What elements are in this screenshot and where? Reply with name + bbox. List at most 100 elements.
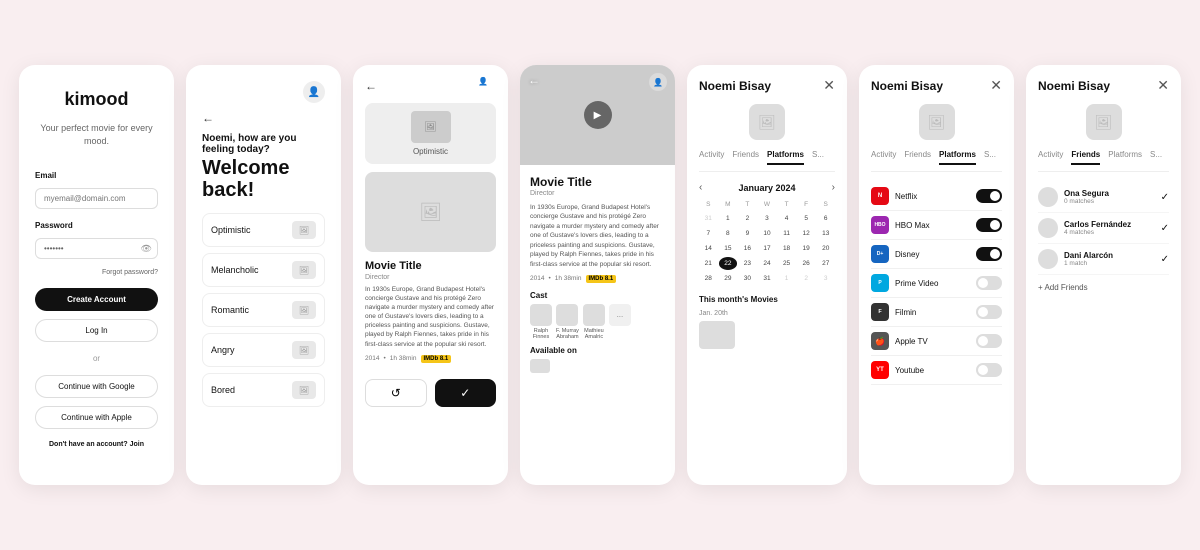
mood-item-romantic[interactable]: Romantic 🖼 [202, 293, 325, 327]
screen-mood-selection: 👤 ← Noemi, how are you feeling today? We… [186, 65, 341, 485]
action-buttons: ↺ ✓ [365, 379, 496, 407]
tab-platforms-plat[interactable]: Platforms [939, 150, 976, 165]
available-section: Available on [530, 346, 665, 373]
user-icon[interactable]: 👤 [303, 81, 325, 103]
close-friends-button[interactable]: ✕ [1157, 77, 1169, 94]
tab-activity-fr[interactable]: Activity [1038, 150, 1063, 165]
apple-toggle[interactable] [976, 334, 1002, 348]
cast-name-mathieu: MathieuAmalric [584, 328, 604, 340]
tab-friends-fr[interactable]: Friends [1071, 150, 1100, 165]
calendar-today[interactable]: 22 [719, 257, 738, 270]
add-friends-button[interactable]: + Add Friends [1038, 283, 1169, 292]
tab-activity-plat[interactable]: Activity [871, 150, 896, 165]
prime-toggle[interactable] [976, 276, 1002, 290]
cast-avatar-ralph [530, 304, 552, 326]
forgot-password-link[interactable]: Forgot password? [102, 269, 158, 276]
calendar-grid: S M T W T F S 31 1 2 3 4 5 6 7 8 9 1 [699, 199, 835, 287]
mood-item-optimistic[interactable]: Optimistic 🖼 [202, 213, 325, 247]
tab-friends[interactable]: Friends [732, 150, 759, 165]
cal-week-3: 14 15 16 17 18 19 20 [699, 242, 835, 255]
monthly-movie-thumb [699, 321, 735, 349]
selected-mood-card: 🖼 Optimistic [365, 103, 496, 164]
cal-prev-button[interactable]: ‹ [699, 182, 702, 193]
cast-avatar-mathieu [583, 304, 605, 326]
disney-toggle[interactable] [976, 247, 1002, 261]
cast-name-ralph: RalphFinnes [533, 328, 550, 340]
detail-imdb-badge: IMDb 8.1 [586, 275, 617, 283]
friend-name-dani: Dani Alarcón [1064, 251, 1113, 260]
calendar-header-row: S M T W T F S [699, 199, 835, 210]
password-input[interactable] [35, 238, 158, 259]
friend-ona: Ona Segura 0 matches ✓ [1038, 182, 1169, 213]
user-icon-card[interactable]: 👤 [478, 77, 496, 95]
netflix-toggle[interactable] [976, 189, 1002, 203]
tab-more-fr[interactable]: S... [1150, 150, 1162, 165]
hero-nav: ← 👤 [520, 73, 675, 91]
cast-item-mathieu: MathieuAmalric [583, 304, 605, 340]
platform-icon-1 [530, 359, 550, 373]
close-calendar-button[interactable]: ✕ [823, 77, 835, 94]
movie-info: Movie Title Director In 1930s Europe, Gr… [365, 260, 496, 363]
mood-thumb-angry: 🖼 [292, 341, 316, 359]
platforms-header: Noemi Bisay ✕ [871, 77, 1002, 94]
youtube-name: Youtube [895, 366, 924, 375]
cast-name-murray: F. MurrayAbraham [556, 328, 579, 340]
cal-next-button[interactable]: › [832, 182, 835, 193]
play-button[interactable]: ▶ [584, 101, 612, 129]
tab-activity[interactable]: Activity [699, 150, 724, 165]
greeting-text: Noemi, how are you feeling today? [202, 133, 325, 155]
cal-week-2: 7 8 9 10 11 12 13 [699, 227, 835, 240]
apple-login-button[interactable]: Continue with Apple [35, 406, 158, 429]
calendar-profile-name: Noemi Bisay [699, 79, 771, 93]
cast-section: Cast RalphFinnes F. MurrayAbraham Mathie… [530, 291, 665, 340]
tab-more-cal[interactable]: S... [812, 150, 824, 165]
tab-more-plat[interactable]: S... [984, 150, 996, 165]
platform-hbo: HBO HBO Max [871, 211, 1002, 240]
back-hero-icon[interactable]: ← [528, 73, 540, 91]
hbo-name: HBO Max [895, 221, 930, 230]
refresh-button[interactable]: ↺ [365, 379, 427, 407]
cast-avatar-murray [556, 304, 578, 326]
detail-description: In 1930s Europe, Grand Budapest Hotel's … [530, 203, 665, 269]
tab-platforms-cal[interactable]: Platforms [767, 150, 804, 165]
show-password-icon[interactable]: 👁 [141, 243, 152, 254]
mood-thumb-optimistic: 🖼 [292, 221, 316, 239]
or-divider: or [93, 354, 100, 363]
email-input[interactable] [35, 188, 158, 209]
disney-name: Disney [895, 250, 919, 259]
calendar-header: Noemi Bisay ✕ [699, 77, 835, 94]
mood-item-melancholic[interactable]: Melancholic 🖼 [202, 253, 325, 287]
google-login-button[interactable]: Continue with Google [35, 375, 158, 398]
checkmark-carlos: ✓ [1161, 223, 1169, 234]
filmin-toggle[interactable] [976, 305, 1002, 319]
movie-meta: 2014 • 1h 38min IMDb 8.1 [365, 355, 496, 363]
friend-info-ona: Ona Segura 0 matches [1064, 189, 1109, 205]
app-tagline: Your perfect movie for every mood. [35, 122, 158, 147]
this-month-title: This month's Movies [699, 295, 835, 304]
friend-avatar-dani [1038, 249, 1058, 269]
confirm-button[interactable]: ✓ [435, 379, 497, 407]
card-nav: ← 👤 [365, 77, 496, 95]
friend-matches-dani: 1 match [1064, 260, 1113, 267]
platforms-profile-avatar: 🖼 [919, 104, 955, 140]
friend-info-carlos: Carlos Fernández 4 matches [1064, 220, 1131, 236]
cal-week-4: 21 22 23 24 25 26 27 [699, 257, 835, 270]
login-button[interactable]: Log In [35, 319, 158, 342]
user-hero-icon[interactable]: 👤 [649, 73, 667, 91]
back-nav-icon[interactable]: ← [365, 79, 377, 93]
friends-header: Noemi Bisay ✕ [1038, 77, 1169, 94]
cast-item-more[interactable]: ... [609, 304, 631, 340]
hbo-toggle[interactable] [976, 218, 1002, 232]
tab-friends-plat[interactable]: Friends [904, 150, 931, 165]
app-logo: kimood [64, 89, 128, 110]
screen-platforms: Noemi Bisay ✕ 🖼 Activity Friends Platfor… [859, 65, 1014, 485]
screen-calendar: Noemi Bisay ✕ 🖼 Activity Friends Platfor… [687, 65, 847, 485]
mood-item-bored[interactable]: Bored 🖼 [202, 373, 325, 407]
create-account-button[interactable]: Create Account [35, 288, 158, 311]
back-arrow[interactable]: ← [202, 111, 325, 125]
close-platforms-button[interactable]: ✕ [990, 77, 1002, 94]
friends-list: Ona Segura 0 matches ✓ Carlos Fernández … [1038, 182, 1169, 275]
mood-item-angry[interactable]: Angry 🖼 [202, 333, 325, 367]
tab-platforms-fr[interactable]: Platforms [1108, 150, 1142, 165]
youtube-toggle[interactable] [976, 363, 1002, 377]
